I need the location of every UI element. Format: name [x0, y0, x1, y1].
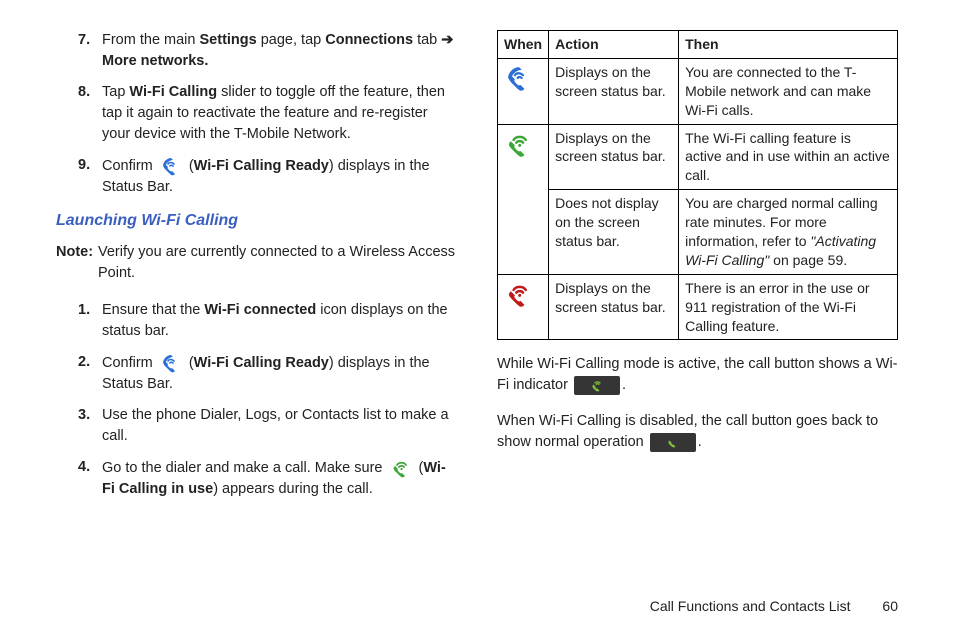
text: tab — [413, 32, 441, 48]
step-number: 9. — [74, 155, 102, 198]
text: page, tap — [257, 32, 326, 48]
text: From the main — [102, 32, 200, 48]
th-when: When — [498, 31, 549, 59]
arrow-icon: ➔ — [441, 32, 453, 48]
then-cell: The Wi-Fi calling feature is active and … — [679, 124, 898, 190]
text: . — [698, 434, 702, 450]
left-column: 7. From the main Settings page, tap Conn… — [56, 30, 457, 510]
step-body: Tap Wi-Fi Calling slider to toggle off t… — [102, 82, 457, 145]
status-icon-active — [498, 124, 549, 274]
text: Tap — [102, 84, 129, 100]
then-cell: There is an error in the use or 911 regi… — [679, 274, 898, 340]
note-body: Verify you are currently connected to a … — [98, 242, 457, 284]
page-footer: Call Functions and Contacts List 60 — [650, 598, 898, 614]
paragraph-active: While Wi-Fi Calling mode is active, the … — [497, 354, 898, 396]
table-row: Displays on the screen status bar. There… — [498, 274, 898, 340]
status-table: When Action Then Displays on the screen … — [497, 30, 898, 340]
bold-text: Settings — [200, 32, 257, 48]
step-number: 1. — [74, 300, 102, 342]
bold-text: More networks. — [102, 53, 208, 69]
wifi-calling-ready-icon — [160, 352, 182, 374]
bold-text: Wi-Fi connected — [204, 302, 316, 318]
step-body: Ensure that the Wi-Fi connected icon dis… — [102, 300, 457, 342]
bold-text: Connections — [325, 32, 413, 48]
step-number: 4. — [74, 457, 102, 500]
then-cell: You are connected to the T-Mobile networ… — [679, 58, 898, 124]
step-body: From the main Settings page, tap Connect… — [102, 30, 457, 72]
action-cell: Does not display on the screen status ba… — [549, 190, 679, 275]
section-title: Call Functions and Contacts List — [650, 598, 851, 614]
text: Ensure that the — [102, 302, 204, 318]
paragraph-disabled: When Wi-Fi Calling is disabled, the call… — [497, 411, 898, 453]
step-7: 7. From the main Settings page, tap Conn… — [74, 30, 457, 72]
page-number: 60 — [882, 598, 898, 614]
step-number: 8. — [74, 82, 102, 145]
call-button-wifi-icon — [574, 376, 620, 395]
step-9: 9. Confirm (Wi-Fi Calling Ready) display… — [74, 155, 457, 198]
action-cell: Displays on the screen status bar. — [549, 124, 679, 190]
status-icon-error — [498, 274, 549, 340]
step-body: Go to the dialer and make a call. Make s… — [102, 457, 457, 500]
step-8: 8. Tap Wi-Fi Calling slider to toggle of… — [74, 82, 457, 145]
status-icon-connected — [498, 58, 549, 124]
action-cell: Displays on the screen status bar. — [549, 274, 679, 340]
step-body: Confirm (Wi-Fi Calling Ready) displays i… — [102, 155, 457, 198]
section-heading: Launching Wi-Fi Calling — [56, 212, 457, 230]
text: Go to the dialer and make a call. Make s… — [102, 460, 387, 476]
th-then: Then — [679, 31, 898, 59]
bold-text: Wi-Fi Calling Ready — [194, 355, 329, 371]
text: ) appears during the call. — [213, 481, 373, 497]
text: Confirm — [102, 158, 157, 174]
step-number: 2. — [74, 352, 102, 395]
launch-step-1: 1. Ensure that the Wi-Fi connected icon … — [74, 300, 457, 342]
call-button-normal-icon — [650, 433, 696, 452]
right-column: When Action Then Displays on the screen … — [497, 30, 898, 510]
text: While Wi-Fi Calling mode is active, the … — [497, 356, 898, 393]
bold-text: Wi-Fi Calling — [129, 84, 217, 100]
wifi-calling-ready-icon — [160, 155, 182, 177]
th-action: Action — [549, 31, 679, 59]
text: . — [622, 377, 626, 393]
launch-step-4: 4. Go to the dialer and make a call. Mak… — [74, 457, 457, 500]
step-body: Confirm (Wi-Fi Calling Ready) displays i… — [102, 352, 457, 395]
launch-step-2: 2. Confirm (Wi-Fi Calling Ready) display… — [74, 352, 457, 395]
text: Confirm — [102, 355, 157, 371]
bold-text: Wi-Fi Calling Ready — [194, 158, 329, 174]
note-label: Note: — [56, 242, 98, 284]
text: on page 59. — [769, 252, 847, 268]
wifi-calling-in-use-icon — [390, 457, 412, 479]
table-row: Displays on the screen status bar. The W… — [498, 124, 898, 190]
launch-step-3: 3. Use the phone Dialer, Logs, or Contac… — [74, 405, 457, 447]
then-cell: You are charged normal calling rate minu… — [679, 190, 898, 275]
manual-page: 7. From the main Settings page, tap Conn… — [0, 0, 954, 636]
step-body: Use the phone Dialer, Logs, or Contacts … — [102, 405, 457, 447]
step-number: 3. — [74, 405, 102, 447]
table-row: Does not display on the screen status ba… — [498, 190, 898, 275]
step-number: 7. — [74, 30, 102, 72]
table-header-row: When Action Then — [498, 31, 898, 59]
action-cell: Displays on the screen status bar. — [549, 58, 679, 124]
table-row: Displays on the screen status bar. You a… — [498, 58, 898, 124]
note: Note: Verify you are currently connected… — [56, 242, 457, 284]
